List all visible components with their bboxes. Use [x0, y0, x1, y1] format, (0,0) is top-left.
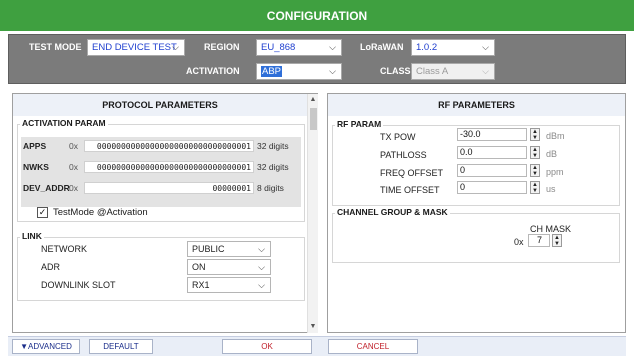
- lorawan-label: LoRaWAN: [360, 42, 404, 52]
- region-select[interactable]: EU_868 ⌵: [256, 39, 342, 56]
- scroll-down-icon[interactable]: ▼: [308, 321, 318, 332]
- nwks-digits: 32 digits: [257, 162, 289, 172]
- freq-offset-input[interactable]: 0: [457, 164, 527, 177]
- apps-label: APPS: [23, 141, 47, 151]
- chevron-down-icon: ⌵: [329, 66, 336, 76]
- dev-addr-input[interactable]: 00000001: [84, 182, 254, 194]
- ch-mask-prefix: 0x: [514, 237, 524, 247]
- apps-input[interactable]: 00000000000000000000000000000001: [84, 140, 254, 152]
- scrollbar-thumb[interactable]: [310, 108, 317, 130]
- chevron-down-icon: ⌵: [172, 42, 179, 52]
- testmode-checkbox[interactable]: ✓: [37, 207, 48, 218]
- class-select: Class A ⌵: [411, 63, 495, 80]
- adr-label: ADR: [41, 262, 61, 272]
- ch-mask-label: CH MASK: [530, 224, 572, 234]
- region-value: EU_868: [261, 42, 296, 53]
- protocol-panel-scrollbar[interactable]: ▲ ▼: [307, 94, 318, 333]
- protocol-parameters-panel: PROTOCOL PARAMETERS ACTIVATION PARAM APP…: [12, 93, 318, 333]
- tx-pow-label: TX POW: [380, 132, 416, 142]
- testmode-label: TestMode @Activation: [53, 207, 148, 218]
- rf-panel-title: RF PARAMETERS: [438, 100, 515, 110]
- activation-label: ACTIVATION: [186, 66, 240, 76]
- network-select[interactable]: PUBLIC ⌵: [187, 241, 271, 257]
- tx-pow-unit: dBm: [546, 131, 565, 141]
- rf-parameters-panel: RF PARAMETERS RF PARAM TX POW -30.0 ▲ ▼ d…: [327, 93, 626, 333]
- rf-panel-header: RF PARAMETERS: [328, 94, 625, 116]
- chevron-down-icon: ⌵: [329, 42, 336, 52]
- test-mode-value: END DEVICE TEST: [92, 42, 177, 53]
- channel-group: [332, 213, 620, 263]
- time-offset-spinner[interactable]: ▲ ▼: [530, 181, 540, 194]
- chevron-down-icon: ⌵: [482, 42, 489, 52]
- network-value: PUBLIC: [192, 244, 225, 254]
- protocol-panel-header: PROTOCOL PARAMETERS: [13, 94, 307, 116]
- adr-select[interactable]: ON ⌵: [187, 259, 271, 275]
- region-label: REGION: [204, 42, 240, 52]
- window-title-bar: CONFIGURATION: [0, 0, 634, 31]
- pathloss-unit: dB: [546, 149, 558, 159]
- apps-row: APPS 0x 00000000000000000000000000000001…: [23, 140, 289, 152]
- pathloss-input[interactable]: 0.0: [457, 146, 527, 159]
- dev-addr-digits: 8 digits: [257, 183, 284, 193]
- time-offset-unit: us: [546, 184, 556, 194]
- nwks-prefix: 0x: [69, 162, 78, 172]
- pathloss-label: PATHLOSS: [380, 150, 427, 160]
- config-header: TEST MODE END DEVICE TEST ⌵ REGION EU_86…: [8, 34, 626, 84]
- tx-pow-spinner[interactable]: ▲ ▼: [530, 128, 540, 141]
- ok-button[interactable]: OK: [222, 339, 312, 354]
- nwks-input[interactable]: 00000000000000000000000000000001: [84, 161, 254, 173]
- activation-value: ABP: [261, 66, 283, 77]
- tx-pow-input[interactable]: -30.0: [457, 128, 527, 141]
- dev-addr-row: DEV_ADDR 0x 00000001 8 digits: [23, 182, 284, 194]
- time-offset-label: TIME OFFSET: [380, 185, 440, 195]
- apps-digits: 32 digits: [257, 141, 289, 151]
- nwks-row: NWKS 0x 00000000000000000000000000000001…: [23, 161, 289, 173]
- rf-param-title: RF PARAM: [335, 119, 384, 129]
- freq-offset-spinner[interactable]: ▲ ▼: [530, 164, 540, 177]
- lorawan-select[interactable]: 1.0.2 ⌵: [411, 39, 495, 56]
- activation-select[interactable]: ABP ⌵: [256, 63, 342, 80]
- window-title: CONFIGURATION: [266, 8, 368, 23]
- channel-group-title: CHANNEL GROUP & MASK: [335, 207, 450, 217]
- dev-addr-prefix: 0x: [69, 183, 78, 193]
- link-title: LINK: [20, 231, 44, 241]
- class-label: CLASS: [380, 66, 411, 76]
- class-value: Class A: [416, 66, 449, 77]
- freq-offset-unit: ppm: [546, 167, 564, 177]
- nwks-label: NWKS: [23, 162, 49, 172]
- test-mode-select[interactable]: END DEVICE TEST ⌵: [87, 39, 185, 56]
- chevron-down-icon: ⌵: [258, 280, 265, 290]
- freq-offset-label: FREQ OFFSET: [380, 168, 443, 178]
- apps-prefix: 0x: [69, 141, 78, 151]
- lorawan-value: 1.0.2: [416, 42, 438, 53]
- downlink-slot-value: RX1: [192, 280, 210, 290]
- network-label: NETWORK: [41, 244, 87, 254]
- activation-param-title: ACTIVATION PARAM: [20, 118, 108, 128]
- scroll-up-icon[interactable]: ▲: [308, 94, 318, 105]
- pathloss-spinner[interactable]: ▲ ▼: [530, 146, 540, 159]
- dev-addr-label: DEV_ADDR: [23, 183, 70, 193]
- chevron-down-icon: ⌵: [258, 262, 265, 272]
- chevron-down-icon: ⌵: [482, 66, 489, 76]
- protocol-panel-title: PROTOCOL PARAMETERS: [102, 100, 218, 110]
- advanced-button[interactable]: ▼ADVANCED: [12, 339, 80, 354]
- downlink-slot-label: DOWNLINK SLOT: [41, 280, 116, 290]
- downlink-slot-select[interactable]: RX1 ⌵: [187, 277, 271, 293]
- default-button[interactable]: DEFAULT: [89, 339, 153, 354]
- test-mode-label: TEST MODE: [29, 42, 82, 52]
- chevron-down-icon: ⌵: [258, 244, 265, 254]
- ch-mask-input[interactable]: 7: [528, 234, 550, 247]
- ch-mask-spinner[interactable]: ▲ ▼: [552, 234, 562, 247]
- time-offset-input[interactable]: 0: [457, 181, 527, 194]
- cancel-button[interactable]: CANCEL: [328, 339, 418, 354]
- adr-value: ON: [192, 262, 206, 272]
